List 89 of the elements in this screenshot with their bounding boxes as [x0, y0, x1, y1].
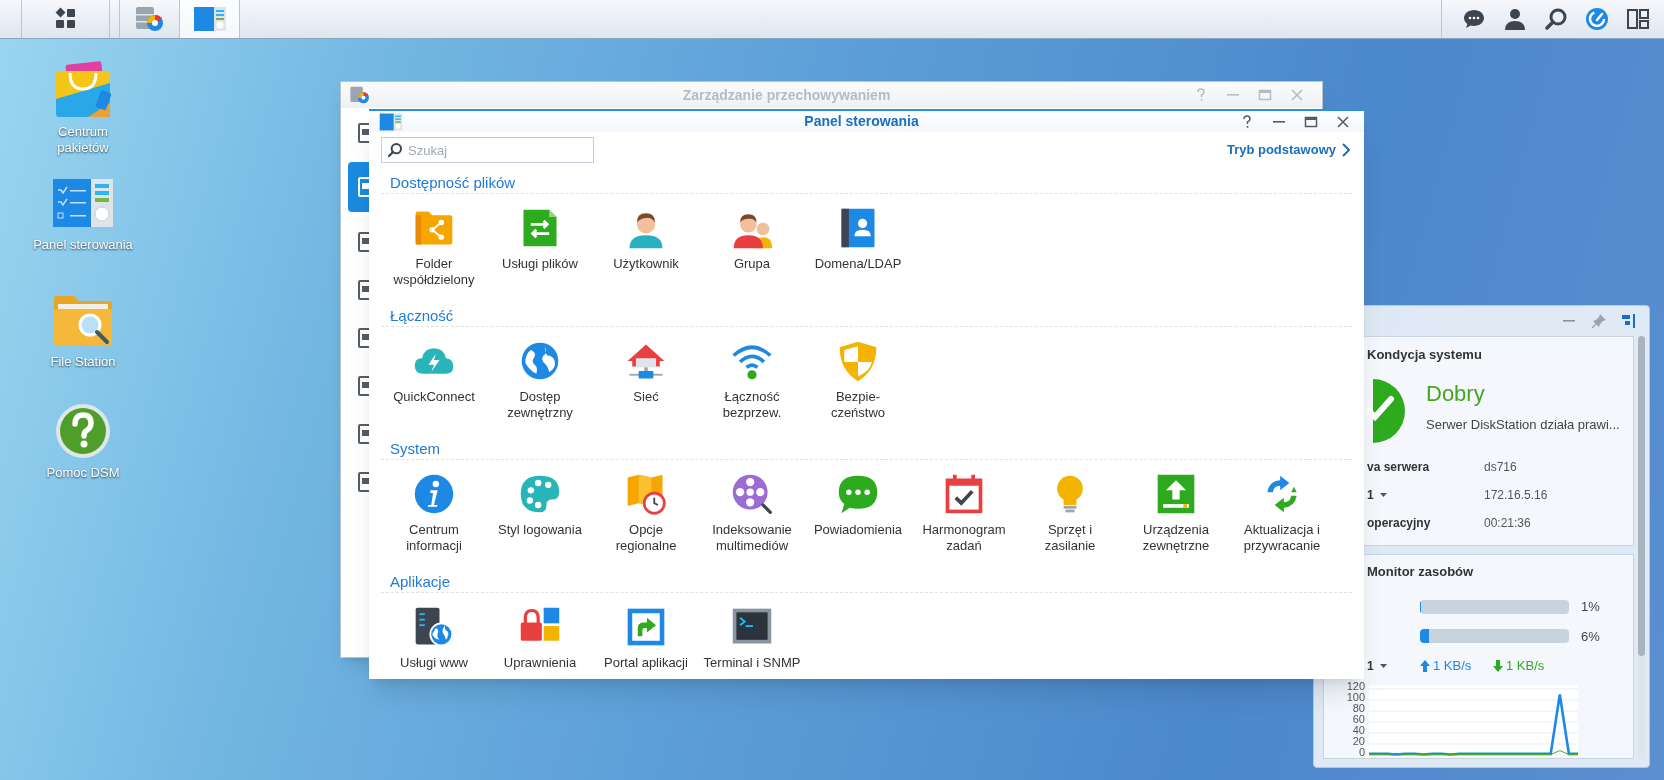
- minimize-icon: [1227, 94, 1239, 96]
- section-heading: Aplikacje: [381, 571, 1352, 593]
- axis-tick-label: 80: [1351, 703, 1365, 714]
- widgets-button[interactable]: [1626, 7, 1650, 31]
- film-reel-icon: [730, 472, 774, 516]
- control-panel-item[interactable]: Bezpie- czeństwo: [805, 339, 911, 435]
- control-panel-item[interactable]: Grupa: [699, 206, 805, 302]
- info-value: 172.16.5.16: [1484, 487, 1548, 504]
- control-panel-item[interactable]: Sieć: [593, 339, 699, 435]
- control-panel-icon: [379, 111, 403, 132]
- grid-icon: [53, 7, 78, 31]
- control-panel-item[interactable]: Indeksowanie multimediów: [699, 472, 805, 568]
- info-label: operacyjny: [1367, 515, 1432, 532]
- control-panel-item[interactable]: Harmonogram zadań: [911, 472, 1017, 568]
- control-panel-item[interactable]: Terminal i SNMP: [699, 605, 805, 701]
- control-panel-button[interactable]: [180, 0, 240, 38]
- control-panel-item[interactable]: Użytkownik: [593, 206, 699, 302]
- search-button[interactable]: [1544, 7, 1568, 31]
- axis-tick-label: 40: [1351, 725, 1365, 736]
- meter-reading: 6%: [1581, 627, 1600, 646]
- chat-button[interactable]: [1462, 7, 1486, 31]
- disk-chart-icon: [133, 5, 166, 33]
- scrollbar-thumb[interactable]: [1638, 336, 1645, 656]
- network-label: 1: [1367, 657, 1420, 675]
- search-field[interactable]: Szukaj: [381, 137, 594, 163]
- axis-tick-label: 100: [1345, 692, 1365, 703]
- control-panel-item[interactable]: Folder współdzielony: [381, 206, 487, 302]
- widget-menu-button[interactable]: [1621, 313, 1637, 329]
- card-title: Kondycja systemu: [1367, 346, 1483, 364]
- control-panel-item[interactable]: Uprawnienia: [487, 605, 593, 701]
- user-icon: [1503, 7, 1527, 31]
- control-panel-item[interactable]: QuickConnect: [381, 339, 487, 435]
- info-label: va serwera: [1367, 459, 1431, 476]
- download-arrow-icon: [1493, 660, 1503, 672]
- section-heading: Dostępność plików: [381, 172, 1352, 194]
- minimize-icon: [1273, 120, 1285, 123]
- download-speed: 1 KB/s: [1506, 657, 1545, 676]
- control-panel-item[interactable]: Usługi www: [381, 605, 487, 701]
- control-panel-item[interactable]: Łączność bezprzew.: [699, 339, 805, 435]
- info-icon: [412, 472, 456, 516]
- axis-tick-label: 60: [1351, 714, 1365, 725]
- axis-tick-label: 0: [1357, 747, 1365, 758]
- control-panel-item[interactable]: Aktualizacja i przywracanie: [1229, 472, 1335, 568]
- status-text: Dobry: [1426, 380, 1486, 408]
- control-panel-item[interactable]: Domena/LDAP: [805, 206, 911, 302]
- layout-icon: [1626, 7, 1650, 31]
- user-button[interactable]: [1503, 7, 1527, 31]
- resource-monitor-button[interactable]: [1585, 7, 1609, 31]
- window-title: Panel sterowania: [803, 112, 920, 131]
- control-panel-item[interactable]: Usługi plików: [487, 206, 593, 302]
- chevron-right-icon: [1342, 143, 1350, 157]
- minimize-icon: [1563, 320, 1575, 322]
- sidebar-item[interactable]: [348, 162, 372, 212]
- window-title: Zarządzanie przechowywaniem: [681, 85, 892, 105]
- caret-icon: [1379, 493, 1387, 497]
- axis-tick-label: 120: [1345, 681, 1365, 692]
- info-label: 1: [1367, 486, 1484, 504]
- upload-speed: 1 KB/s: [1433, 657, 1473, 676]
- disk-chart-icon: [349, 85, 371, 105]
- basic-mode-link[interactable]: Tryb podstawowy: [1226, 140, 1350, 160]
- checkmark-icon: [1367, 379, 1405, 443]
- info-value: ds716: [1484, 459, 1517, 476]
- chat-icon: [1462, 7, 1486, 31]
- search-icon: [1544, 7, 1568, 31]
- status-message: Serwer DiskStation działa prawi...: [1426, 416, 1620, 434]
- control-panel-item[interactable]: Portal aplikacji: [593, 605, 699, 701]
- pin-icon: [1591, 313, 1607, 329]
- control-panel-item[interactable]: Urządzenia zewnętrzne: [1123, 472, 1229, 568]
- control-panel-item[interactable]: Opcje regionalne: [593, 472, 699, 568]
- info-value: 00:21:36: [1484, 515, 1531, 532]
- control-panel-icon: [52, 178, 114, 228]
- card-title: Monitor zasobów: [1367, 563, 1475, 581]
- control-panel-item[interactable]: Powiadomienia: [805, 472, 911, 568]
- control-panel-icon: [192, 6, 227, 32]
- caret-icon: [1379, 664, 1387, 668]
- meter-reading: 1%: [1581, 598, 1600, 616]
- control-panel-item[interactable]: Styl logowania: [487, 472, 593, 568]
- control-panel-item[interactable]: Centrum informacji: [381, 472, 487, 568]
- help-icon: [54, 402, 112, 460]
- section-heading: Łączność: [381, 305, 1352, 327]
- control-panel-item[interactable]: Dostęp zewnętrzny: [487, 339, 593, 435]
- gauge-icon: [1585, 7, 1609, 31]
- axis-tick-label: 20: [1351, 736, 1365, 747]
- upload-arrow-icon: [1420, 660, 1430, 672]
- widget-panel-icon: [1621, 313, 1637, 329]
- search-icon: [387, 142, 403, 158]
- control-panel-item[interactable]: Sprzęt i zasilanie: [1017, 472, 1123, 568]
- section-heading: System: [381, 438, 1352, 460]
- folder-search-icon: [52, 293, 114, 347]
